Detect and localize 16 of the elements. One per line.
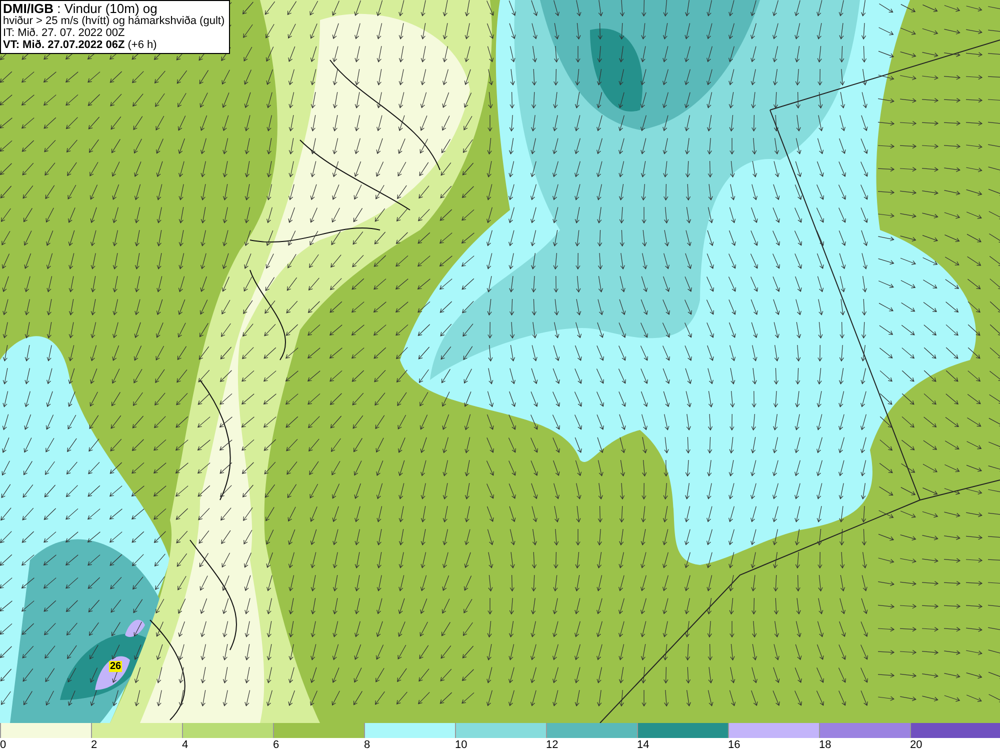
info-text: VT: Mið. 27.07.2022 06Z (+6 h) <box>3 39 158 51</box>
legend-label: 18 <box>819 738 832 752</box>
legend-label: 12 <box>546 738 560 752</box>
legend-label: 14 <box>637 738 650 752</box>
legend-label: 0 <box>0 738 8 752</box>
gust-label: 26 <box>109 661 122 672</box>
legend-label: 4 <box>182 738 190 752</box>
legend-label: 6 <box>273 738 280 752</box>
info-text: hviður > 25 m/s (hvítt) og hámarkshviða (gult) <box>3 15 225 27</box>
legend-label: 20 <box>910 738 924 752</box>
info-text: DMI/IGB : Vindur (10m) og <box>3 3 158 15</box>
legend-label: 2 <box>91 738 98 752</box>
legend-label: 10 <box>455 738 468 752</box>
legend-label: 16 <box>728 738 742 752</box>
legend-label: 8 <box>364 738 372 752</box>
info-text: IT: Mið. 27. 07. 2022 00Z <box>3 27 126 39</box>
